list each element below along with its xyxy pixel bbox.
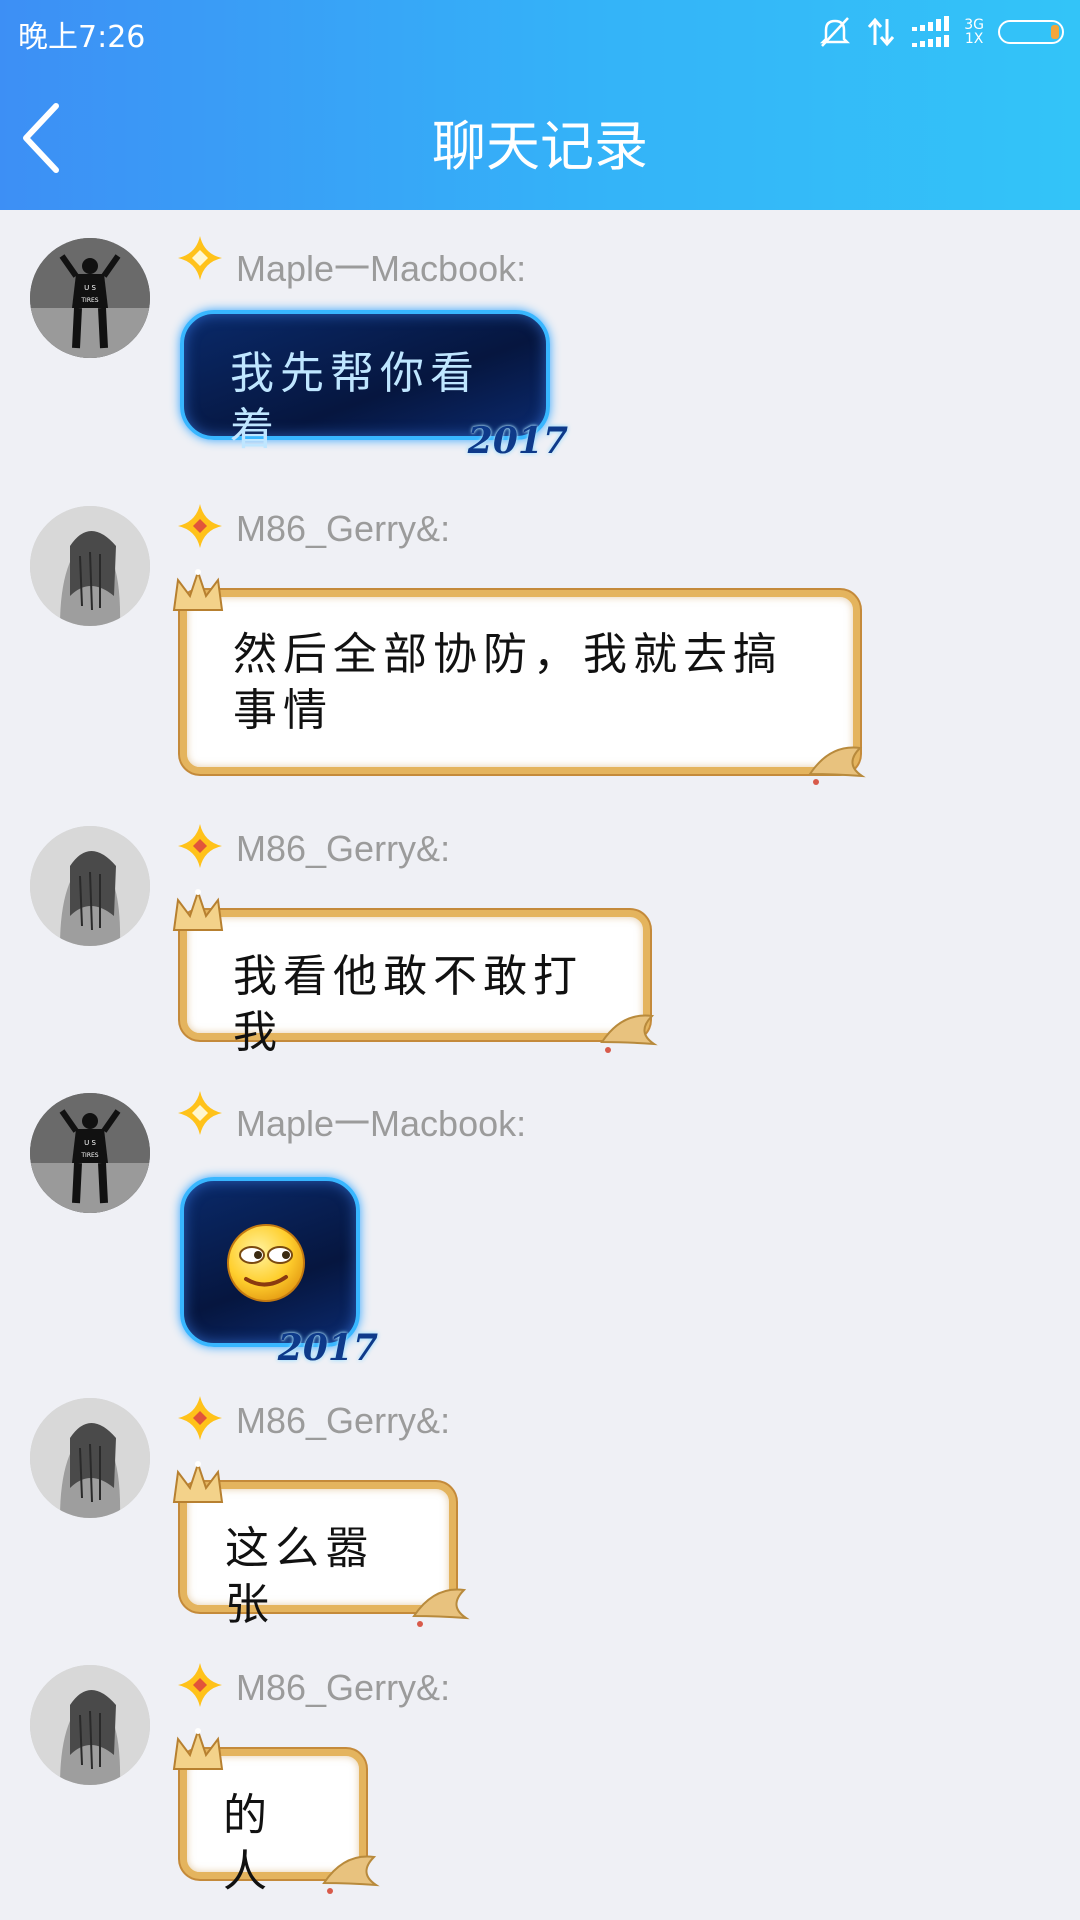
- signal-icon: [912, 16, 950, 47]
- message-bubble[interactable]: 我看他敢不敢打我: [180, 910, 650, 1058]
- data-transfer-icon: [868, 17, 895, 47]
- person-photo-icon: [30, 1665, 150, 1785]
- message-bubble[interactable]: 我先帮你看着 2017: [180, 310, 568, 462]
- message-text: 然后全部协防，我就去搞事情: [233, 629, 783, 736]
- page-title: 聊天记录: [432, 115, 648, 178]
- avatar[interactable]: U S TIRES: [30, 1093, 150, 1213]
- chat-history-list[interactable]: U S TIRES Maple一Macbook: 我先帮你看着 2017 M86…: [0, 210, 1080, 1920]
- diamond-badge-icon: [178, 1663, 222, 1707]
- title-bar: 晚上7:26 3G 1X 聊天记录: [0, 0, 1080, 210]
- svg-text:TIRES: TIRES: [80, 1152, 98, 1159]
- crown-icon: [172, 1727, 224, 1770]
- message-bubble[interactable]: 2017: [180, 1177, 378, 1369]
- year-tag: 2017: [277, 1327, 378, 1369]
- person-photo-icon: U S TIRES: [30, 238, 150, 358]
- status-icons: 3G 1X: [818, 12, 1064, 52]
- flower-ornament-icon: [322, 1855, 380, 1894]
- sender-name: Maple一Macbook:: [236, 248, 527, 289]
- avatar[interactable]: U S TIRES: [30, 238, 150, 358]
- sender-name: Maple一Macbook:: [236, 1103, 527, 1144]
- network-type: 3G 1X: [964, 18, 984, 46]
- sender-name: M86_Gerry&:: [236, 1667, 451, 1708]
- flower-ornament-icon: [808, 746, 866, 785]
- battery-icon: [998, 20, 1064, 44]
- diamond-badge-icon: [178, 1396, 222, 1440]
- sender-name: M86_Gerry&:: [236, 508, 451, 549]
- flower-ornament-icon: [600, 1014, 658, 1053]
- year-tag: 2017: [467, 420, 568, 462]
- person-photo-icon: [30, 826, 150, 946]
- person-photo-icon: [30, 1398, 150, 1518]
- sender-name: M86_Gerry&:: [236, 1400, 451, 1441]
- status-time: 晚上7:26: [18, 20, 146, 55]
- avatar[interactable]: [30, 826, 150, 946]
- network-type-bottom: 1X: [964, 31, 984, 47]
- silent-bell-icon: [820, 17, 851, 47]
- message-text: 的人: [223, 1790, 273, 1897]
- svg-text:U S: U S: [84, 1139, 96, 1147]
- network-type-top: 3G: [964, 17, 984, 33]
- message-text: 我看他敢不敢打我: [233, 951, 583, 1058]
- message-text: 我先帮你看着: [230, 348, 480, 455]
- crown-icon: [172, 1460, 224, 1503]
- sender-name: M86_Gerry&:: [236, 828, 451, 869]
- avatar[interactable]: [30, 1398, 150, 1518]
- flower-ornament-icon: [412, 1588, 470, 1627]
- message-text: 这么嚣张: [225, 1523, 375, 1630]
- diamond-badge-icon: [178, 236, 222, 280]
- svg-text:U S: U S: [84, 284, 96, 292]
- avatar[interactable]: [30, 506, 150, 626]
- crown-icon: [172, 888, 224, 931]
- diamond-badge-icon: [178, 824, 222, 868]
- diamond-badge-icon: [178, 1091, 222, 1135]
- diamond-badge-icon: [178, 504, 222, 548]
- crown-icon: [172, 568, 224, 611]
- person-photo-icon: U S TIRES: [30, 1093, 150, 1213]
- svg-text:TIRES: TIRES: [80, 297, 98, 304]
- message-bubble[interactable]: 然后全部协防，我就去搞事情: [180, 590, 860, 774]
- person-photo-icon: [30, 506, 150, 626]
- avatar[interactable]: [30, 1665, 150, 1785]
- smirk-emoji-icon: [227, 1224, 305, 1302]
